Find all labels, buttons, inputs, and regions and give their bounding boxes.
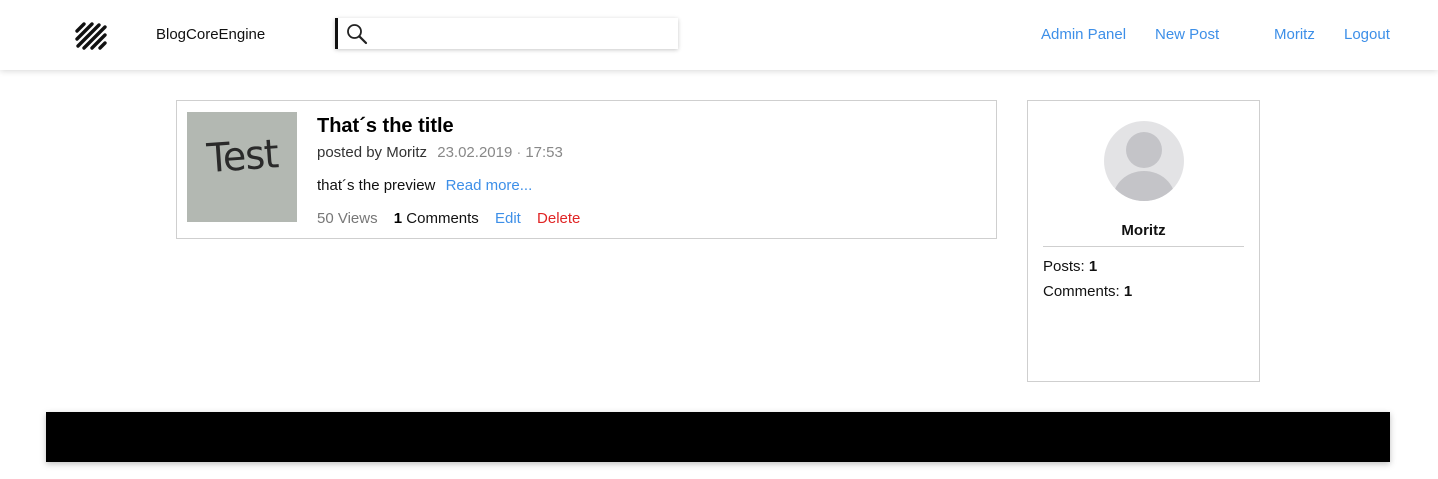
profile-posts-stat: Posts: 1: [1043, 258, 1097, 275]
profile-divider: [1043, 246, 1244, 247]
post-preview: that´s the preview Read more...: [317, 177, 532, 194]
post-preview-text: that´s the preview: [317, 177, 436, 194]
footer-bar: [46, 412, 1390, 462]
profile-posts-value: 1: [1088, 258, 1098, 275]
post-author-link[interactable]: Moritz: [386, 144, 427, 161]
post-thumbnail[interactable]: Test: [187, 112, 297, 222]
logo-icon[interactable]: [74, 18, 108, 52]
post-meta: posted by Moritz 23.02.2019 · 17:53: [317, 144, 563, 161]
profile-name: Moritz: [1121, 222, 1166, 239]
post-comments-label: Comments: [406, 210, 479, 227]
post-title[interactable]: That´s the title: [317, 115, 454, 138]
meta-separator: ·: [516, 144, 522, 161]
search-box[interactable]: [335, 18, 678, 49]
brand-link[interactable]: BlogCoreEngine: [156, 26, 265, 43]
post-comments-count: 1: [393, 210, 403, 227]
profile-comments-label: Comments:: [1043, 283, 1120, 300]
profile-card: Moritz Posts: 1 Comments: 1: [1027, 100, 1260, 382]
search-input[interactable]: [374, 22, 674, 46]
post-thumbnail-text: Test: [205, 130, 280, 182]
edit-post-link[interactable]: Edit: [495, 210, 521, 227]
posted-by-label: posted by: [317, 144, 383, 161]
nav-new-post-link[interactable]: New Post: [1155, 26, 1219, 43]
post-date: 23.02.2019: [437, 144, 513, 161]
user-avatar-icon[interactable]: [1104, 121, 1184, 201]
nav-admin-panel-link[interactable]: Admin Panel: [1041, 26, 1126, 43]
delete-post-link[interactable]: Delete: [537, 210, 580, 227]
profile-comments-stat: Comments: 1: [1043, 283, 1132, 300]
post-stats: 50 Views 1 Comments Edit Delete: [317, 210, 580, 227]
post-card: Test That´s the title posted by Moritz 2…: [176, 100, 997, 239]
nav-logout-link[interactable]: Logout: [1344, 26, 1390, 43]
search-icon[interactable]: [346, 23, 368, 45]
nav-user-link[interactable]: Moritz: [1274, 26, 1315, 43]
top-navbar: BlogCoreEngine Admin Panel New Post Mori…: [0, 0, 1438, 70]
post-time: 17:53: [525, 144, 563, 161]
profile-comments-value: 1: [1123, 283, 1133, 300]
profile-posts-label: Posts:: [1043, 258, 1085, 275]
read-more-link[interactable]: Read more...: [446, 177, 533, 194]
post-views: 50 Views: [317, 210, 378, 227]
